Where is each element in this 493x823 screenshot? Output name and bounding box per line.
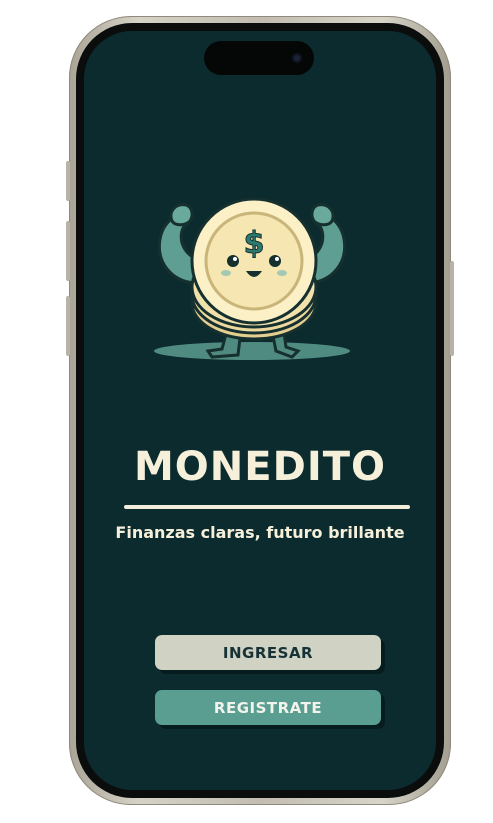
mascot-left-cheek	[221, 270, 231, 276]
side-button-left-2	[66, 221, 70, 281]
coin-dollar-symbol: $	[244, 226, 265, 261]
mascot-left-fist	[169, 203, 194, 227]
dynamic-island	[204, 41, 314, 75]
camera-icon	[292, 53, 302, 63]
mascot-shadow	[154, 342, 350, 360]
register-button[interactable]: REGISTRATE	[155, 690, 381, 725]
title-divider	[124, 505, 410, 509]
app-title: MONEDITO	[134, 444, 386, 490]
app-screen: $ MONEDITO Finanzas claras, futuro brill…	[84, 31, 436, 790]
side-button-left-3	[66, 296, 70, 356]
phone-bezel: $ MONEDITO Finanzas claras, futuro brill…	[76, 23, 444, 798]
mascot-right-eye	[269, 255, 281, 267]
mascot-left-eye	[227, 255, 239, 267]
app-tagline: Finanzas claras, futuro brillante	[115, 523, 405, 542]
side-button-left-1	[66, 161, 70, 201]
mascot-right-cheek	[277, 270, 287, 276]
mascot-right-fist	[310, 203, 335, 227]
phone-frame: $ MONEDITO Finanzas claras, futuro brill…	[66, 16, 454, 805]
login-button[interactable]: INGRESAR	[155, 635, 381, 670]
coin-mascot-icon: $	[154, 197, 350, 360]
side-button-right	[450, 261, 454, 356]
